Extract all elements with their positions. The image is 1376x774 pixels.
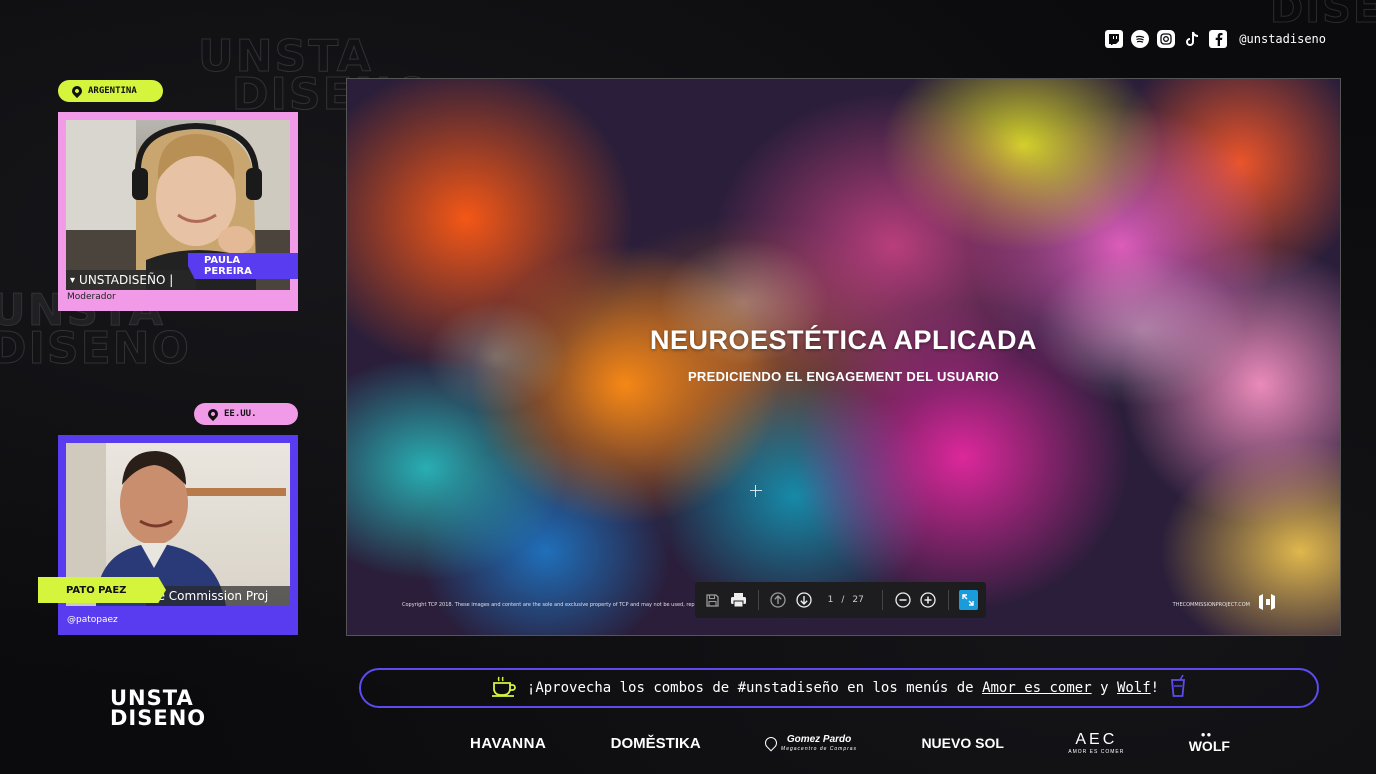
location-tag-usa: EE.UU. xyxy=(194,403,298,425)
slide-smoke-overlay xyxy=(347,79,1340,635)
announcement-prefix: ¡Aprovecha los combos de #unstadiseño en… xyxy=(526,680,974,696)
sponsor-name: AEC xyxy=(1075,730,1118,748)
announcement-suffix: ! xyxy=(1150,680,1160,696)
social-handle[interactable]: @unstadiseno xyxy=(1239,32,1326,46)
map-pin-icon xyxy=(69,83,85,99)
crosshair-cursor-icon xyxy=(750,485,762,497)
sponsor-sub: AMOR ES COMER xyxy=(1068,748,1125,755)
toolbar-separator xyxy=(947,590,949,610)
facebook-icon[interactable] xyxy=(1209,30,1228,48)
drink-glass-icon xyxy=(1169,674,1187,702)
presentation-slide: NEUROESTÉTICA APLICADA PREDICIENDO EL EN… xyxy=(346,78,1341,636)
link-amor-es-comer[interactable]: Amor es comer xyxy=(982,680,1092,696)
sponsor-nuevo-sol: NUEVO SOL xyxy=(921,736,1003,750)
tiktok-icon[interactable] xyxy=(1183,30,1201,48)
speaker-name-tag: PAULA PEREIRA xyxy=(188,253,298,279)
speaker-name: PATO PAEZ xyxy=(66,584,127,596)
speaker-card-paula: ▾ UNSTADISEÑO | PAULA PEREIRA Moderador xyxy=(58,112,298,311)
save-icon[interactable] xyxy=(703,590,722,610)
slide-title: NEUROESTÉTICA APLICADA xyxy=(649,325,1037,355)
spotify-icon[interactable] xyxy=(1131,30,1150,48)
sponsor-name: DOMĚSTIKA xyxy=(610,734,701,752)
speaker-card-pato: he Commission Proj PATO PAEZ @patopaez xyxy=(38,435,298,635)
announcement-mid: y xyxy=(1100,680,1109,696)
speaker-name-tag: PATO PAEZ xyxy=(38,577,166,603)
location-label: EE.UU. xyxy=(224,409,257,419)
total-pages: 27 xyxy=(852,595,864,605)
toolbar-separator xyxy=(757,590,759,610)
social-links: @unstadiseno xyxy=(1105,30,1326,48)
sponsors-row: HAVANNA DOMĚSTIKA Gomez Pardo Megacentro… xyxy=(470,728,1230,758)
fullscreen-icon[interactable] xyxy=(958,590,978,610)
map-pin-icon xyxy=(205,406,221,422)
sponsor-gomez-pardo: Gomez Pardo Megacentro de Compras xyxy=(762,733,858,752)
video-label: UNSTADISEÑO | xyxy=(79,273,174,287)
video-label-bar: ▾ UNSTADISEÑO | xyxy=(66,270,196,290)
sponsor-name: Gomez Pardo xyxy=(786,733,852,745)
video-label-bar: he Commission Proj xyxy=(146,586,290,606)
video-label: he Commission Proj xyxy=(150,589,269,603)
twitch-icon[interactable] xyxy=(1105,30,1124,48)
speaker-role: @patopaez xyxy=(67,615,118,625)
pdf-toolbar: 1 / 27 xyxy=(695,582,986,618)
bg-watermark-mid-line2: DISENO xyxy=(0,323,191,374)
unstadiseno-logo: UNSTA DISENO xyxy=(110,686,207,730)
toolbar-separator xyxy=(881,590,883,610)
logo-line1: UNSTA xyxy=(110,686,194,710)
link-wolf[interactable]: Wolf xyxy=(1117,680,1151,696)
coffee-cup-icon xyxy=(491,675,517,701)
page-indicator: 1 / 27 xyxy=(820,595,872,605)
sponsor-wolf: ●● WOLF xyxy=(1188,730,1230,754)
location-label: ARGENTINA xyxy=(88,86,137,96)
pin-icon: ▾ xyxy=(70,274,76,286)
sponsor-name: HAVANNA xyxy=(470,734,547,752)
speaker-role: Moderador xyxy=(67,292,116,302)
sponsor-name: WOLF xyxy=(1188,738,1230,754)
next-page-icon[interactable] xyxy=(794,590,813,610)
print-icon[interactable] xyxy=(728,590,747,610)
location-pin-icon xyxy=(762,734,780,752)
sponsor-aec: AEC AMOR ES COMER xyxy=(1068,730,1125,755)
instagram-icon[interactable] xyxy=(1157,30,1176,48)
previous-page-icon[interactable] xyxy=(769,590,788,610)
wolf-dots-icon: ●● xyxy=(1200,730,1213,739)
announcement-text: ¡Aprovecha los combos de #unstadiseño en… xyxy=(527,680,1159,696)
zoom-in-icon[interactable] xyxy=(918,590,937,610)
sponsor-havanna: HAVANNA xyxy=(470,736,546,751)
location-tag-argentina: ARGENTINA xyxy=(58,80,163,102)
page-separator: / xyxy=(841,595,845,605)
sponsor-name: NUEVO SOL xyxy=(921,735,1004,751)
zoom-out-icon[interactable] xyxy=(893,590,912,610)
speaker-name: PAULA PEREIRA xyxy=(204,255,252,277)
slide-brand-mark-icon xyxy=(1256,593,1278,611)
sponsor-domestika: DOMĚSTIKA xyxy=(611,736,701,751)
bg-watermark-corner-text: DISENO xyxy=(1270,0,1376,32)
logo-line2: DISENO xyxy=(110,706,207,730)
slide-site-url: THECOMMISSIONPROJECT.COM xyxy=(1172,602,1250,608)
bg-watermark-corner: DISENO xyxy=(1270,0,1376,30)
current-page[interactable]: 1 xyxy=(828,595,834,605)
sponsor-sub: Megacentro de Compras xyxy=(781,745,858,752)
announcement-bar: ¡Aprovecha los combos de #unstadiseño en… xyxy=(359,668,1319,708)
bg-watermark-mid-2: DISENO xyxy=(0,326,191,371)
slide-subtitle: PREDICIENDO EL ENGAGEMENT DEL USUARIO xyxy=(687,369,1000,384)
